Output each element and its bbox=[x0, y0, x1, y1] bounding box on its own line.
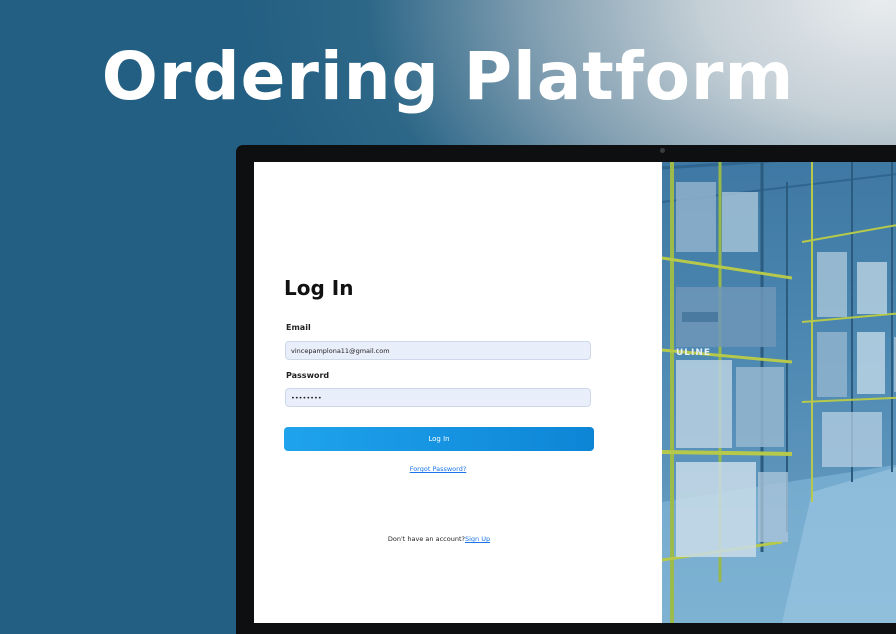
email-field[interactable] bbox=[285, 341, 591, 360]
login-title: Log In bbox=[284, 276, 354, 300]
signup-link[interactable]: Sign Up bbox=[465, 535, 490, 543]
warehouse-image: ULINE bbox=[662, 162, 896, 623]
forgot-password-row: Forgot Password? bbox=[254, 465, 622, 473]
monitor-screen: Log In Email Password Log In Forgot Pass… bbox=[254, 162, 896, 623]
login-button[interactable]: Log In bbox=[284, 427, 594, 451]
password-label: Password bbox=[286, 371, 330, 380]
warehouse-sign: ULINE bbox=[676, 348, 712, 358]
forgot-password-link[interactable]: Forgot Password? bbox=[410, 465, 467, 473]
signup-row: Don't have an account?Sign Up bbox=[254, 535, 624, 543]
login-panel: Log In Email Password Log In Forgot Pass… bbox=[254, 162, 662, 623]
camera-dot bbox=[660, 148, 665, 153]
hero-title: Ordering Platform bbox=[101, 38, 795, 115]
email-label: Email bbox=[286, 323, 311, 332]
signup-prompt: Don't have an account? bbox=[387, 535, 465, 543]
password-field[interactable] bbox=[285, 388, 591, 407]
monitor-frame: Log In Email Password Log In Forgot Pass… bbox=[236, 145, 896, 634]
warehouse-illustration bbox=[662, 162, 896, 623]
